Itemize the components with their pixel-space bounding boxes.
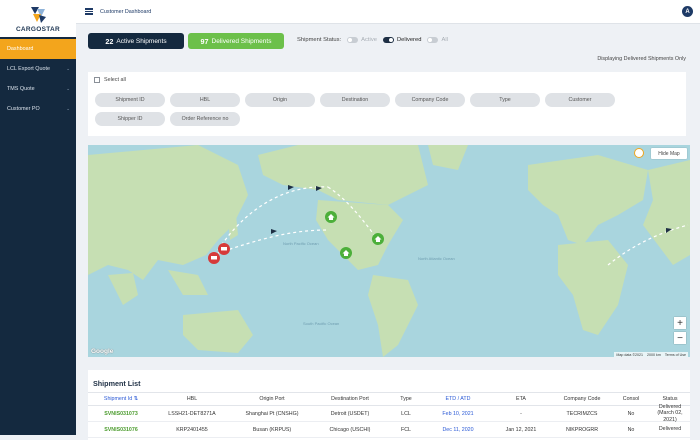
table-row[interactable]: SVNIS031073 LSSH21-DET8271A Shanghai Pt …	[88, 403, 690, 423]
col-destination-port: Destination Port	[331, 396, 369, 402]
col-hbl: HBL	[186, 396, 198, 402]
cell-origin: Shanghai Pt (CNSHG)	[245, 410, 299, 417]
delivered-count: 97	[200, 36, 209, 46]
cell-consol: No	[627, 410, 635, 417]
zoom-out-button[interactable]: −	[674, 332, 686, 344]
display-note: Displaying Delivered Shipments Only	[597, 56, 686, 62]
active-shipments-button[interactable]: 22 Active Shipments	[88, 33, 184, 49]
filter-chip-customer[interactable]: Customer	[545, 93, 615, 107]
zoom-in-button[interactable]: +	[674, 317, 686, 329]
google-logo: Google	[91, 348, 114, 355]
table-header: Shipment Id ⇅ HBL Origin Port Destinatio…	[88, 392, 690, 406]
shipment-status-label: Shipment Status:	[297, 37, 342, 43]
svg-text:North Pacific Ocean: North Pacific Ocean	[283, 241, 319, 246]
cell-etd: Dec 11, 2020	[442, 426, 474, 433]
sidebar-item-label: Dashboard	[7, 46, 34, 52]
toggle-active-label: Active	[361, 37, 377, 43]
map-scale: 2000 km	[647, 352, 661, 357]
filter-chip-origin[interactable]: Origin	[245, 93, 315, 107]
cell-origin: Busan (KRPUS)	[252, 426, 292, 433]
sidebar-item-lcl-export-quote[interactable]: LCL Export Quote ⌄	[0, 59, 76, 79]
map-data-text: Map data ©2021	[616, 352, 644, 357]
locate-icon[interactable]	[634, 148, 644, 158]
filter-chip-shipper-id[interactable]: Shipper ID	[95, 112, 165, 126]
filter-chip-type[interactable]: Type	[470, 93, 540, 107]
shipment-id-link[interactable]: SVNIS031073	[88, 411, 154, 417]
select-all-checkbox[interactable]	[94, 77, 100, 83]
shipment-id-link[interactable]: SVNIS031076	[88, 427, 154, 433]
select-all-label: Select all	[104, 77, 126, 83]
filter-chip-hbl[interactable]: HBL	[170, 93, 240, 107]
cargostar-logo-icon	[31, 6, 46, 23]
toggle-all[interactable]	[427, 37, 439, 43]
sidebar-item-dashboard[interactable]: Dashboard	[0, 39, 76, 59]
select-all[interactable]: Select all	[94, 77, 126, 83]
shipment-map[interactable]: North Pacific Ocean North Atlantic Ocean…	[88, 145, 690, 357]
cell-hbl: LSSH21-DET8271A	[168, 410, 216, 417]
cell-company: NIKPROGRR	[565, 426, 599, 433]
cell-company: TECRIMZCS	[566, 410, 598, 417]
col-etd-atd: ETD / ATD	[445, 396, 471, 402]
col-shipment-id[interactable]: Shipment Id ⇅	[88, 396, 154, 402]
filter-chip-destination[interactable]: Destination	[320, 93, 390, 107]
chevron-down-icon: ⌄	[66, 66, 70, 71]
toggle-all-label: All	[441, 37, 448, 43]
logo[interactable]: CARGOSTAR	[0, 0, 76, 37]
toggle-active[interactable]	[347, 37, 359, 43]
toggle-delivered-label: Delivered	[396, 37, 422, 43]
col-type: Type	[400, 396, 412, 402]
terms-link[interactable]: Terms of Use	[665, 353, 686, 357]
shipment-status-filter: Shipment Status: Active Delivered All	[297, 37, 448, 43]
cell-status: Delivered (March 02, 2021)	[657, 403, 683, 423]
map-attribution: Map data ©2021 2000 km Terms of Use	[614, 352, 688, 357]
filter-chip-order-reference[interactable]: Order Reference no	[170, 112, 240, 126]
chevron-down-icon: ⌄	[66, 106, 70, 111]
table-row[interactable]: SVNIS031076 KRP2401455 Busan (KRPUS) Chi…	[88, 422, 690, 438]
col-status: Status	[662, 395, 678, 402]
cell-eta: -	[520, 410, 522, 417]
sidebar-item-label: Customer PO	[7, 106, 40, 112]
shipment-list: Shipment List Shipment Id ⇅ HBL Origin P…	[88, 370, 690, 440]
hide-map-button[interactable]: Hide Map	[651, 148, 687, 159]
col-company-code: Company Code	[563, 396, 601, 402]
cell-hbl: KRP2401455	[176, 426, 208, 433]
filter-chip-shipment-id[interactable]: Shipment ID	[95, 93, 165, 107]
sidebar-item-label: LCL Export Quote	[7, 66, 50, 72]
top-bar: Customer Dashboard A	[76, 0, 700, 24]
delivered-shipments-button[interactable]: 97 Delivered Shipments	[188, 33, 284, 49]
cell-destination: Detroit (USDET)	[330, 410, 370, 417]
cell-type: FCL	[400, 426, 411, 433]
cell-etd: Feb 10, 2021	[442, 410, 474, 417]
cell-consol: No	[627, 426, 635, 433]
menu-icon[interactable]	[85, 8, 93, 15]
world-map-graphic: North Pacific Ocean North Atlantic Ocean…	[88, 145, 690, 357]
breadcrumb[interactable]: Customer Dashboard	[100, 9, 151, 15]
cell-eta: Jan 12, 2021	[505, 426, 537, 433]
sidebar-item-tms-quote[interactable]: TMS Quote ⌄	[0, 79, 76, 99]
cell-type: LCL	[401, 410, 411, 417]
cell-status: Delivered	[658, 426, 682, 433]
shipment-list-title: Shipment List	[93, 379, 141, 388]
chevron-down-icon: ⌄	[66, 86, 70, 91]
svg-text:North Atlantic Ocean: North Atlantic Ocean	[418, 256, 455, 261]
toggle-delivered[interactable]	[382, 37, 394, 43]
cell-destination: Chicago (USCHI)	[329, 426, 371, 433]
col-eta: ETA	[516, 396, 526, 402]
user-avatar-icon[interactable]: A	[682, 6, 693, 17]
filter-panel: Select all Shipment ID HBL Origin Destin…	[88, 72, 686, 136]
col-consol: Consol	[622, 396, 640, 402]
sidebar-item-customer-po[interactable]: Customer PO ⌄	[0, 99, 76, 119]
col-origin-port: Origin Port	[259, 396, 285, 402]
sidebar: CARGOSTAR Dashboard LCL Export Quote ⌄ T…	[0, 0, 76, 435]
sidebar-item-label: TMS Quote	[7, 86, 35, 92]
filter-chip-company-code[interactable]: Company Code	[395, 93, 465, 107]
delivered-label: Delivered Shipments	[211, 37, 272, 45]
svg-text:South Pacific Ocean: South Pacific Ocean	[303, 321, 339, 326]
active-count: 22	[105, 36, 114, 46]
active-label: Active Shipments	[116, 37, 167, 45]
brand-name: CARGOSTAR	[15, 25, 61, 33]
